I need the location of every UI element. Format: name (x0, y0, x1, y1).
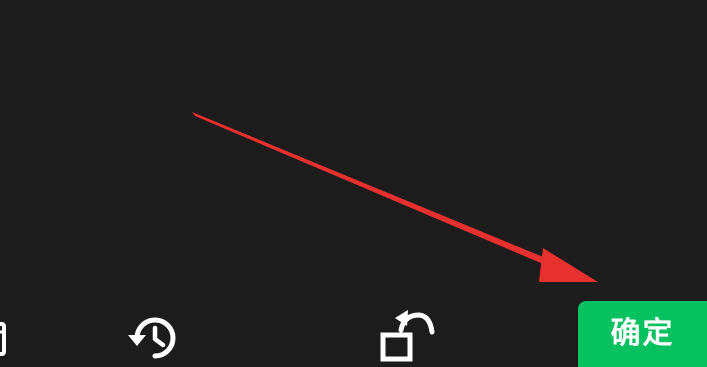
rotate-button[interactable] (374, 302, 440, 365)
history-icon (128, 317, 176, 359)
confirm-button[interactable]: 确定 (578, 301, 707, 367)
bottom-toolbar: 确定 (0, 300, 707, 367)
edge-tool-icon[interactable] (0, 320, 8, 358)
arrow-head (539, 248, 598, 282)
arrow-shaft (192, 112, 565, 272)
rotate-icon (380, 310, 435, 362)
image-editor-screen: 确定 (0, 0, 707, 367)
history-button[interactable] (124, 314, 186, 362)
